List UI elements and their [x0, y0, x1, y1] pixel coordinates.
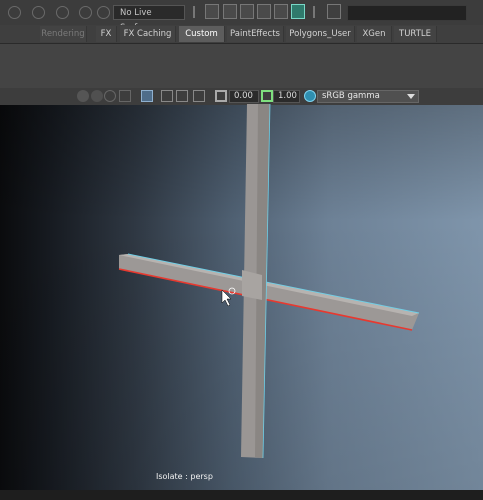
horizontal-beam[interactable] [119, 254, 419, 330]
horizontal-beam-top [119, 254, 419, 316]
viewport-hud-label: Isolate : persp [156, 472, 213, 481]
beam-intersection [242, 270, 262, 300]
bottom-bar [0, 490, 483, 500]
highlight-edge [127, 253, 420, 314]
scene-mesh[interactable] [0, 0, 483, 500]
